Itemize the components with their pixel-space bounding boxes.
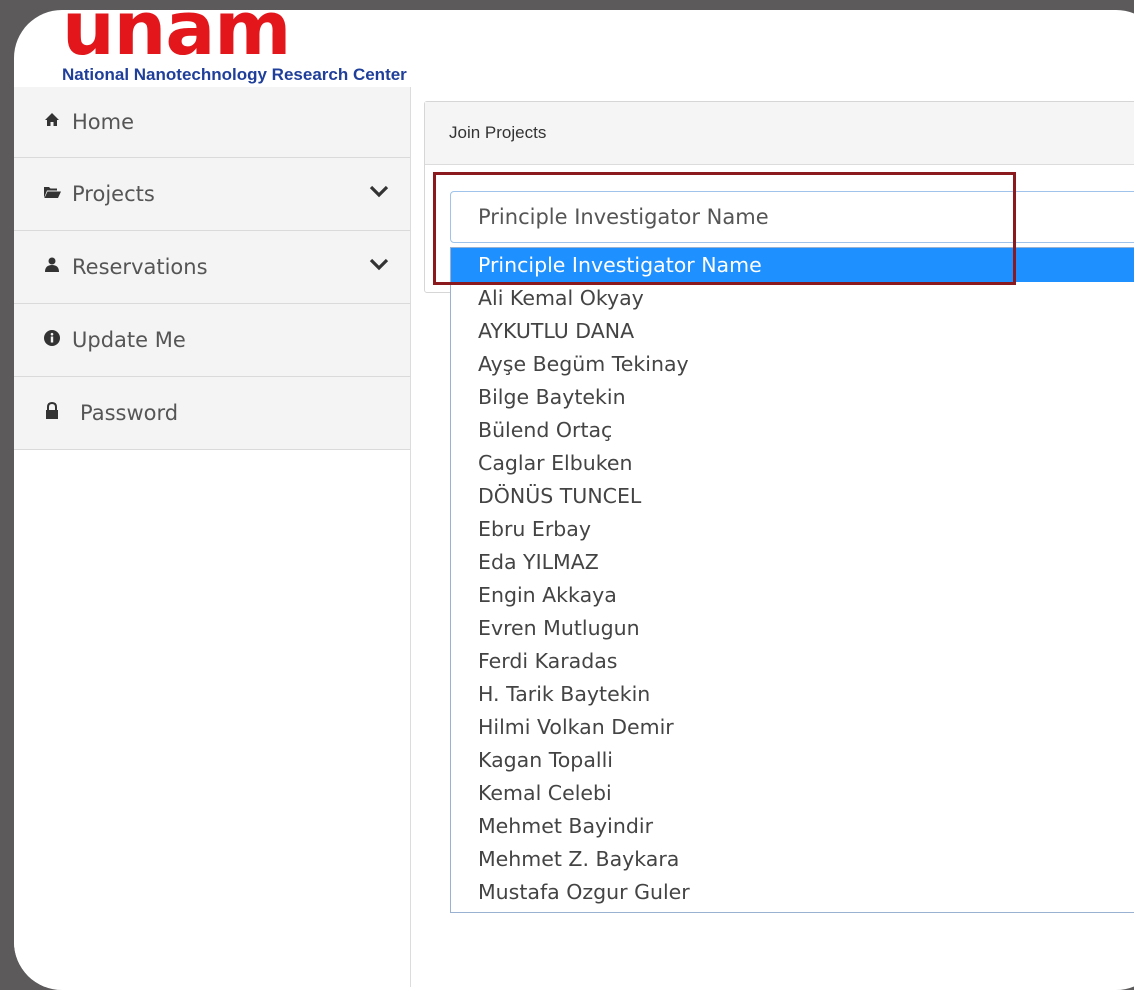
folder-open-icon	[32, 184, 72, 204]
sidebar-item-label: Password	[80, 401, 179, 425]
home-icon	[32, 112, 72, 132]
sidebar-item-home[interactable]: Home	[14, 87, 410, 158]
dropdown-option[interactable]: Kagan Topalli	[451, 744, 1134, 777]
dropdown-option[interactable]: Bilge Baytekin	[451, 381, 1134, 414]
sidebar-item-password[interactable]: Password	[14, 377, 410, 450]
sidebar-item-reservations[interactable]: Reservations	[14, 231, 410, 304]
pi-name-dropdown-list[interactable]: Principle Investigator Name Ali Kemal Oky…	[450, 247, 1134, 913]
sidebar-item-label: Update Me	[72, 328, 186, 352]
lock-icon	[32, 401, 72, 424]
select-value: Principle Investigator Name	[478, 205, 769, 229]
dropdown-option[interactable]: Ayşe Begüm Tekinay	[451, 348, 1134, 381]
dropdown-option[interactable]: Engin Akkaya	[451, 579, 1134, 612]
info-circle-icon	[32, 329, 72, 351]
dropdown-option[interactable]: Ali Kemal Okyay	[451, 282, 1134, 315]
panel-title: Join Projects	[425, 102, 1134, 165]
dropdown-option[interactable]: DÖNÜS TUNCEL	[451, 480, 1134, 513]
user-icon	[32, 257, 72, 277]
sidebar-item-label: Projects	[72, 182, 155, 206]
dropdown-option[interactable]: Mehmet Z. Baykara	[451, 843, 1134, 876]
chevron-down-icon[interactable]	[368, 253, 390, 275]
dropdown-option[interactable]: Ferdi Karadas	[451, 645, 1134, 678]
sidebar-item-update-me[interactable]: Update Me	[14, 304, 410, 377]
dropdown-option[interactable]: Mehmet Bayindir	[451, 810, 1134, 843]
chevron-down-icon[interactable]	[368, 180, 390, 202]
dropdown-option[interactable]: Ebru Erbay	[451, 513, 1134, 546]
sidebar-item-label: Reservations	[72, 255, 208, 279]
sidebar: Home Projects Reservations Update Me Pas…	[14, 87, 411, 987]
sidebar-item-label: Home	[72, 110, 135, 134]
sidebar-item-projects[interactable]: Projects	[14, 158, 410, 231]
dropdown-option[interactable]: Bülend Ortaç	[451, 414, 1134, 447]
dropdown-option[interactable]: Eda YILMAZ	[451, 546, 1134, 579]
dropdown-option[interactable]: Mustafa Ozgur Guler	[451, 876, 1134, 909]
dropdown-option[interactable]: Evren Mutlugun	[451, 612, 1134, 645]
pi-name-select[interactable]: Principle Investigator Name	[450, 191, 1134, 243]
dropdown-option[interactable]: Caglar Elbuken	[451, 447, 1134, 480]
site-subtitle: National Nanotechnology Research Center	[62, 65, 407, 84]
dropdown-option[interactable]: Kemal Celebi	[451, 777, 1134, 810]
dropdown-option[interactable]: H. Tarik Baytekin	[451, 678, 1134, 711]
dropdown-option-selected[interactable]: Principle Investigator Name	[451, 248, 1134, 282]
dropdown-option[interactable]: AYKUTLU DANA	[451, 315, 1134, 348]
dropdown-option[interactable]: Hilmi Volkan Demir	[451, 711, 1134, 744]
unam-logo: unam	[62, 10, 291, 72]
